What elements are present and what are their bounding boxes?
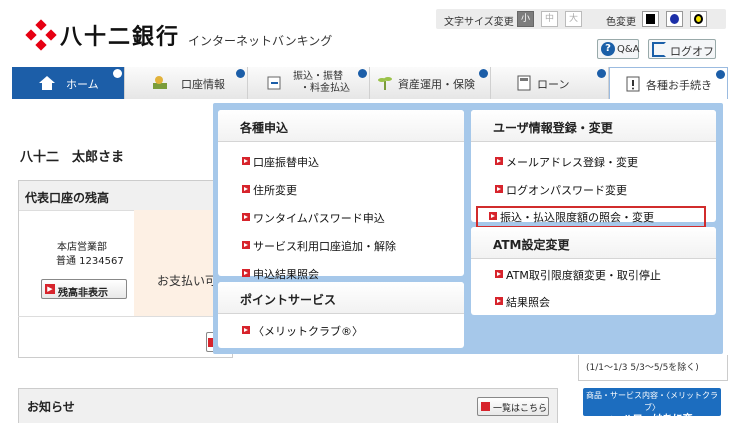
atm-title: ATM設定変更	[471, 227, 716, 259]
bank-name: 八十二銀行	[60, 24, 181, 50]
nav-loan[interactable]: ローン	[491, 67, 609, 99]
nav-asset-management[interactable]: 資産運用・保険	[370, 67, 491, 99]
notice-icon	[626, 76, 640, 92]
global-nav: ホーム 口座情報 振込・振替 ・料金払込 資産運用・保険 ローン 各種お手続き	[12, 67, 728, 99]
balance-panel-title: 代表口座の残高	[19, 181, 232, 211]
home-icon	[39, 76, 55, 90]
news-title: お知らせ	[27, 400, 75, 414]
arrow-right-icon: ▶	[45, 284, 55, 294]
qa-button[interactable]: ? Q&A	[597, 39, 640, 59]
arrow-right-icon	[242, 185, 250, 193]
color-change-label: 色変更	[606, 17, 636, 28]
hello-hachi-button[interactable]: 商品・サービス内容・〈メリットクラブ〉 ▶ ハローはちに恋	[583, 388, 721, 423]
user-greeting: 八十二 太郎さま	[20, 150, 125, 165]
arrow-right-icon	[495, 185, 503, 193]
procedures-dropdown-menu: 各種申込 口座振替申込 住所変更 ワンタイムパスワード申込 サービス利用口座追加…	[213, 103, 723, 354]
nav-corner-icon	[479, 69, 488, 78]
nav-procedures[interactable]: 各種お手続き	[609, 67, 728, 99]
font-size-small-button[interactable]: 小	[517, 11, 534, 27]
applications-title: 各種申込	[218, 110, 464, 142]
payment-text: お支払い可	[157, 274, 214, 288]
nav-account-info[interactable]: 口座情報	[125, 67, 248, 99]
points-title: ポイントサービス	[218, 282, 464, 314]
arrow-right-icon	[242, 213, 250, 221]
logout-button[interactable]: ログオフ	[648, 39, 716, 59]
arrow-right-icon	[242, 157, 250, 165]
applications-section: 各種申込 口座振替申込 住所変更 ワンタイムパスワード申込 サービス利用口座追加…	[218, 110, 464, 281]
nav-corner-icon	[716, 70, 725, 79]
transfer-icon	[267, 76, 281, 90]
payment-area	[134, 210, 214, 316]
bank-logo[interactable]	[25, 19, 57, 51]
divider	[18, 316, 233, 317]
header: 八十二銀行 インターネットバンキング 文字サイズ変更 小 中 大 色変更 ? Q…	[0, 0, 740, 66]
color-yellow-button[interactable]	[690, 11, 707, 27]
money-icon	[153, 76, 167, 89]
nav-corner-icon	[236, 69, 245, 78]
arrow-right-icon	[242, 269, 250, 277]
arrow-right-icon	[495, 157, 503, 165]
calculator-icon	[517, 75, 531, 91]
hide-balance-button[interactable]: ▶ 残高非表示	[41, 279, 127, 299]
points-section: ポイントサービス 〈メリットクラブ®〉	[218, 282, 464, 348]
color-blue-button[interactable]	[666, 11, 683, 27]
service-name: インターネットバンキング	[188, 34, 333, 48]
account-number: 普通 1234567	[56, 256, 124, 267]
atm-section: ATM設定変更 ATM取引限度額変更・取引停止 結果照会	[471, 227, 716, 315]
holiday-note: (1/1～1/3 5/3～5/5を除く)	[586, 363, 699, 373]
nav-home[interactable]: ホーム	[12, 67, 125, 99]
nav-corner-icon	[358, 69, 367, 78]
nav-corner-icon	[597, 69, 606, 78]
nav-transfer[interactable]: 振込・振替 ・料金払込	[248, 67, 370, 99]
help-icon: ?	[601, 42, 615, 56]
news-panel: お知らせ 一覧はこちら	[18, 388, 558, 423]
nav-corner-icon	[113, 69, 122, 78]
arrow-right-icon	[242, 326, 250, 334]
branch-name: 本店営業部	[57, 242, 107, 253]
user-info-section: ユーザ情報登録・変更 メールアドレス登録・変更 ログオンパスワード変更 振込・払…	[471, 110, 716, 228]
arrow-right-icon	[481, 402, 490, 411]
color-black-button[interactable]	[642, 11, 659, 27]
display-settings: 文字サイズ変更 小 中 大 色変更	[436, 9, 726, 29]
news-list-button[interactable]: 一覧はこちら	[477, 397, 549, 416]
arrow-right-icon	[489, 212, 497, 220]
user-info-title: ユーザ情報登録・変更	[471, 110, 716, 142]
font-size-large-button[interactable]: 大	[565, 11, 582, 27]
menu-item-transfer-limit[interactable]: 振込・払込限度額の照会・変更	[476, 206, 706, 228]
font-size-medium-button[interactable]: 中	[541, 11, 558, 27]
font-size-label: 文字サイズ変更	[444, 17, 514, 28]
arrow-right-icon	[495, 297, 503, 305]
arrow-right-icon	[495, 270, 503, 278]
arrow-right-icon: ▶	[611, 414, 623, 423]
arrow-right-icon	[242, 241, 250, 249]
plant-icon	[378, 77, 392, 90]
logout-icon	[652, 42, 666, 57]
